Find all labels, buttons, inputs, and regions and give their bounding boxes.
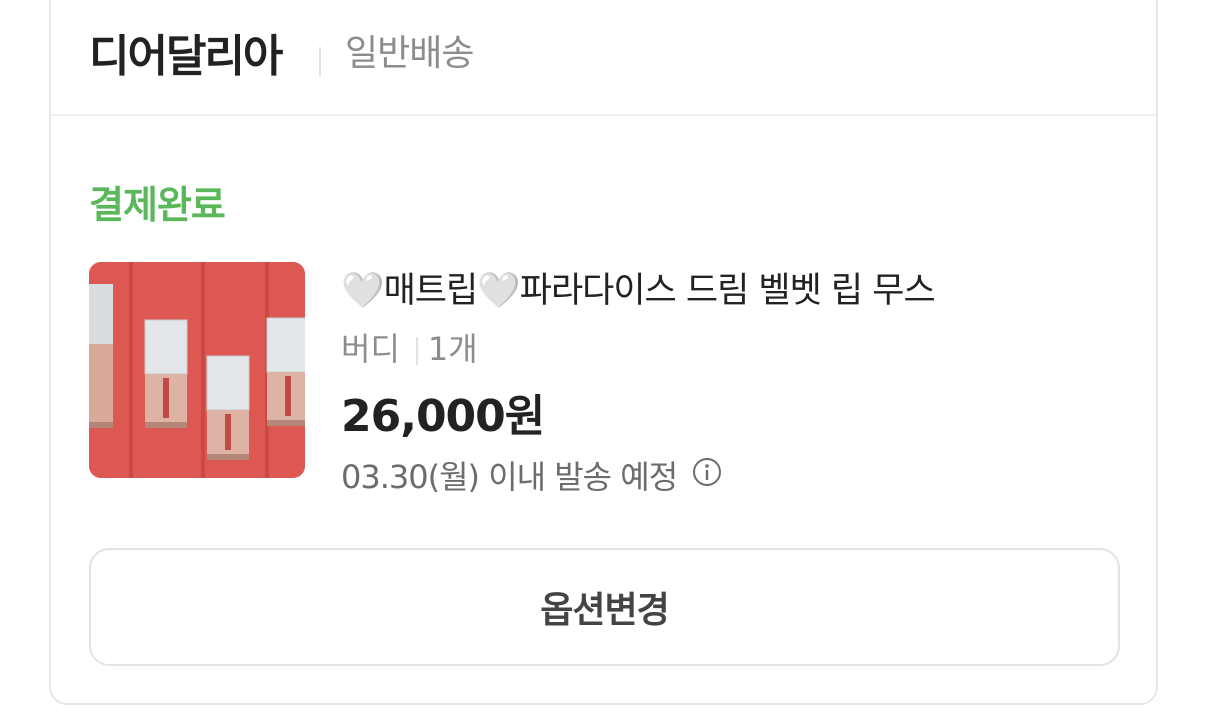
divider <box>415 337 418 365</box>
seller-header: 디어달리아 일반배송 <box>51 2 1156 116</box>
price: 26,000원 <box>341 391 545 442</box>
shipping-date: 03.30(월) 이내 발송 예정 <box>341 458 678 496</box>
product-title[interactable]: 🤍매트립🤍파라다이스 드림 벨벳 립 무스 <box>341 262 936 313</box>
order-item-card: 디어달리아 일반배송 결제완료 🤍매트립🤍파라다이스 드림 벨벳 립 무스 버디… <box>49 0 1158 705</box>
shipping-date-row: 03.30(월) 이내 발송 예정 <box>341 452 722 498</box>
divider <box>319 47 321 77</box>
info-icon[interactable] <box>692 457 722 495</box>
shipping-type: 일반배송 <box>345 33 474 74</box>
seller-name[interactable]: 디어달리아 <box>89 20 283 84</box>
order-status: 결제완료 <box>89 183 226 227</box>
quantity: 1개 <box>427 330 478 368</box>
change-option-button[interactable]: 옵션변경 <box>89 548 1120 666</box>
lip-mousse-product-image <box>89 262 305 478</box>
product-thumbnail[interactable] <box>89 262 305 478</box>
option-row: 버디 1개 <box>341 324 478 370</box>
option-name: 버디 <box>341 330 400 368</box>
